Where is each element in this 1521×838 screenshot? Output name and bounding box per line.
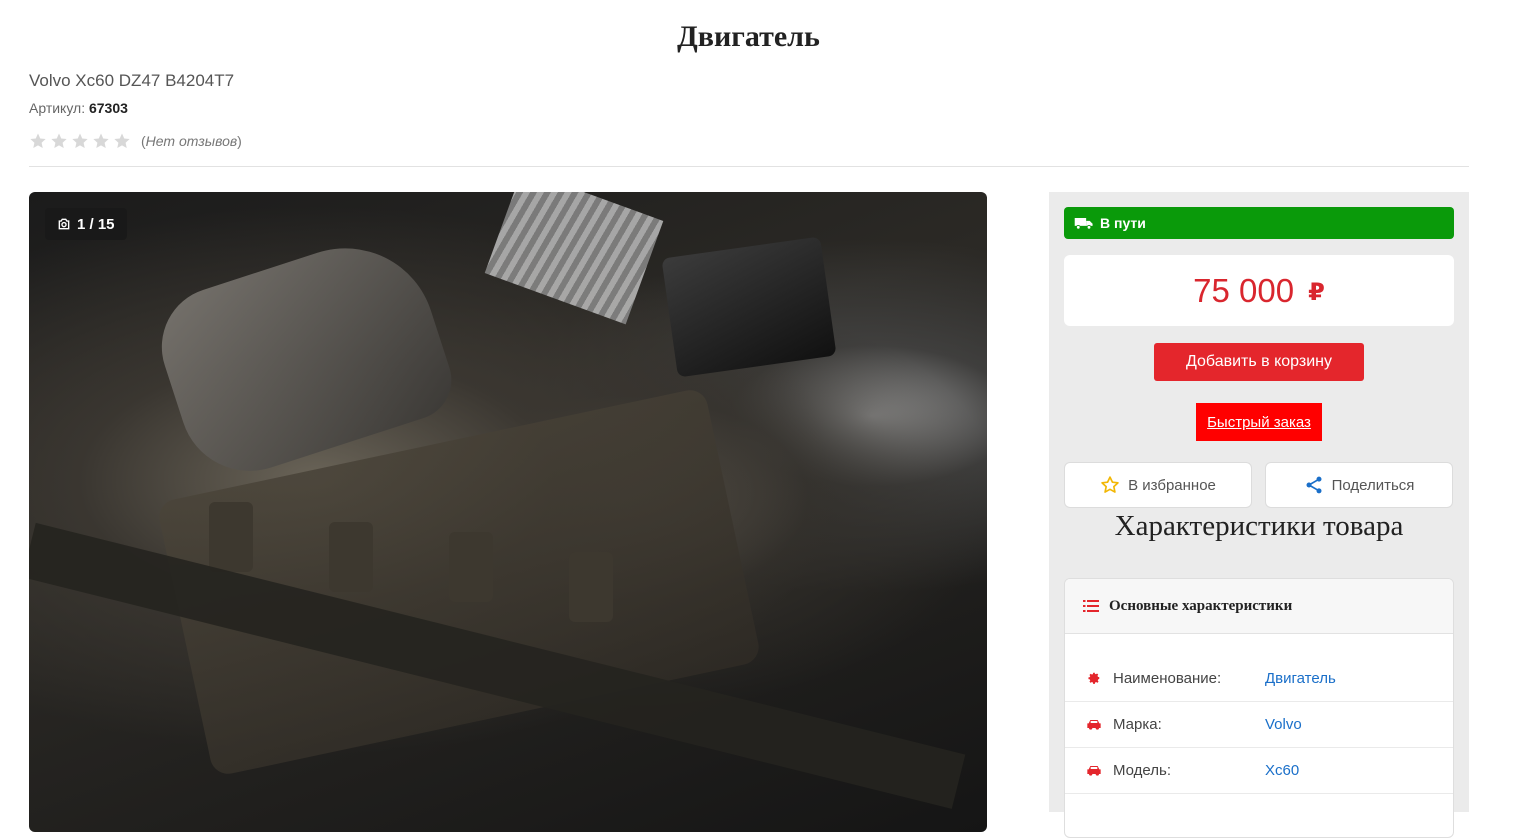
camera-icon (58, 218, 70, 230)
characteristic-row: Модель: Xc60 (1065, 747, 1453, 794)
photo-detail (661, 236, 837, 378)
characteristic-value[interactable]: Xc60 (1265, 762, 1299, 779)
rating-stars (29, 132, 131, 150)
star-icon (114, 133, 130, 149)
purchase-panel: В пути 75 000 ₽ Добавить в корзину Быстр… (1049, 192, 1469, 838)
currency: ₽ (1308, 279, 1325, 306)
photo-counter-text: 1 / 15 (77, 215, 115, 233)
characteristic-row: Наименование: Двигатель (1065, 655, 1453, 702)
photo-detail (484, 192, 664, 325)
photo-detail (449, 532, 493, 602)
characteristic-key: Модель: (1113, 761, 1172, 779)
characteristic-row: Марка: Volvo (1065, 701, 1453, 748)
characteristic-value[interactable]: Volvo (1265, 716, 1302, 733)
sku-value: 67303 (88, 100, 128, 116)
reviews-text: Нет отзывов (145, 133, 238, 149)
car-icon (1087, 766, 1101, 776)
characteristics-card: Основные характеристики Наименование: Дв… (1064, 578, 1454, 838)
sku-line: Артикул: 67303 (29, 100, 128, 116)
quick-order-button[interactable]: Быстрый заказ (1196, 403, 1322, 441)
star-outline-icon (1101, 476, 1119, 493)
characteristic-value[interactable]: Двигатель (1265, 670, 1336, 687)
characteristic-key: Наименование: (1113, 669, 1222, 687)
sku-label: Артикул: (29, 100, 86, 116)
truck-icon (1074, 218, 1093, 230)
star-icon (51, 133, 67, 149)
star-icon (72, 133, 88, 149)
photo-detail (209, 502, 253, 572)
characteristics-section-label: Основные характеристики (1109, 597, 1293, 614)
share-button[interactable]: Поделиться (1265, 462, 1453, 508)
page-title: Двигатель (677, 20, 820, 53)
photo-detail (569, 552, 613, 622)
favorite-label: В избранное (1128, 476, 1216, 494)
add-to-cart-button[interactable]: Добавить в корзину (1154, 343, 1364, 381)
reviews-link[interactable]: (Нет отзывов) (141, 133, 242, 149)
price: 75 000 (1193, 271, 1295, 309)
rating: (Нет отзывов) (29, 132, 242, 150)
star-icon (30, 133, 46, 149)
product-photo[interactable]: 1 / 15 (29, 192, 987, 832)
characteristic-key: Марка: (1113, 715, 1162, 733)
gear-icon (1088, 672, 1100, 684)
characteristics-title: Характеристики товара (1114, 510, 1404, 542)
product-subtitle: Volvo Xc60 DZ47 B4204T7 (29, 71, 235, 90)
characteristics-header[interactable]: Основные характеристики (1065, 579, 1453, 634)
share-label: Поделиться (1331, 476, 1415, 494)
photo-counter: 1 / 15 (45, 208, 127, 240)
status-badge: В пути (1064, 207, 1454, 239)
car-icon (1087, 720, 1101, 730)
status-text: В пути (1100, 215, 1146, 231)
star-icon (93, 133, 109, 149)
price-box: 75 000 ₽ (1064, 255, 1454, 326)
list-icon (1083, 600, 1099, 612)
photo-detail (329, 522, 373, 592)
share-icon (1306, 476, 1322, 494)
favorite-button[interactable]: В избранное (1064, 462, 1252, 508)
divider (29, 166, 1469, 167)
